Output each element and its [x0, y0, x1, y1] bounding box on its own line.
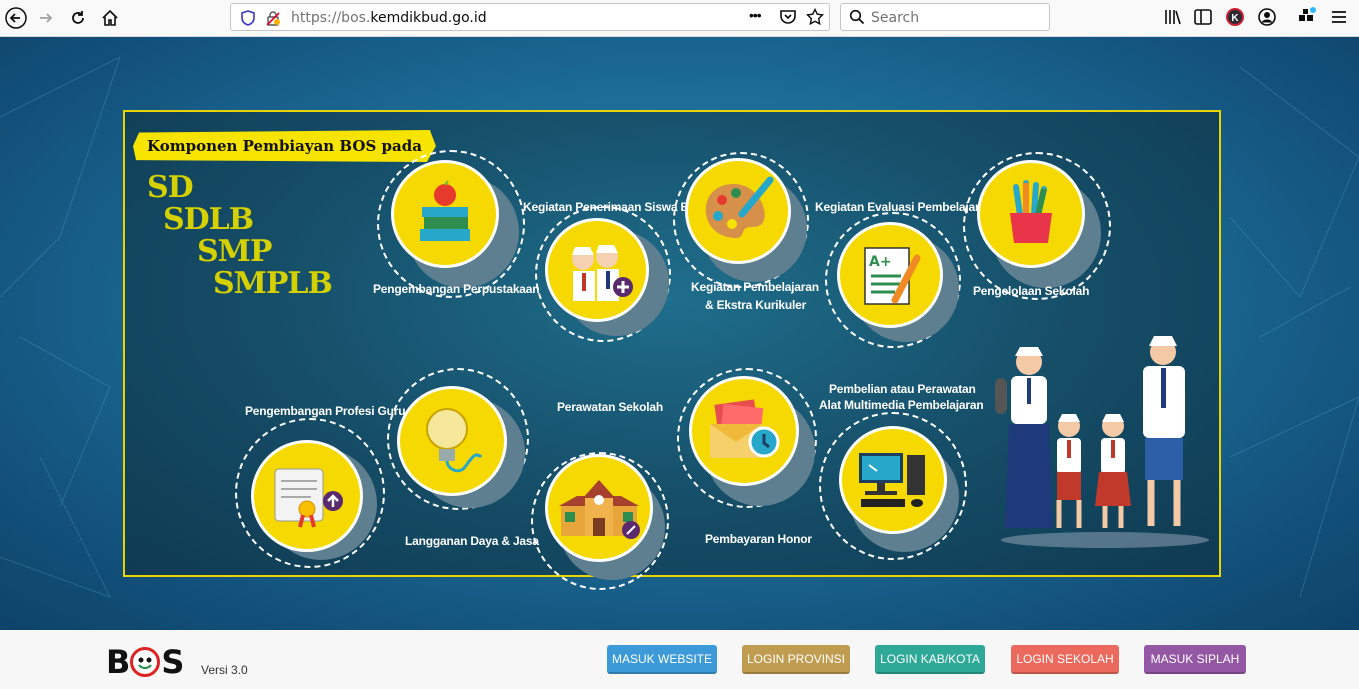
url-domain: kemdikbud.go.id — [370, 10, 487, 26]
page-actions-icon[interactable]: ••• — [749, 7, 762, 23]
back-icon[interactable] — [2, 4, 30, 32]
bos-logo: BS — [106, 643, 184, 681]
profile-icon[interactable] — [1256, 6, 1278, 28]
url-text: https://bos.kemdikbud.go.id — [291, 10, 487, 26]
page-background: Komponen Pembiayan BOS pada SD SDLB SMP … — [0, 37, 1359, 630]
label-pembelajaran-1: Kegiatan Pembelajaran — [691, 280, 819, 294]
envelope-clock-icon — [689, 376, 799, 486]
students-plus-icon — [545, 218, 649, 322]
version-text: Versi 3.0 — [201, 663, 248, 677]
label-perawatan: Perawatan Sekolah — [557, 400, 663, 414]
insecure-lock-icon[interactable] — [265, 10, 281, 31]
library-icon[interactable] — [1162, 6, 1184, 28]
search-bar[interactable]: Search — [840, 3, 1050, 31]
browser-toolbar: https://bos.kemdikbud.go.id ••• Search K — [0, 0, 1359, 37]
level-smplb: SMPLB — [213, 266, 333, 301]
exam-paper-icon: A+ — [837, 222, 943, 328]
masuk-siplah-button[interactable]: MASUK SIPLAH — [1144, 645, 1246, 674]
label-pembelajaran-2: & Ekstra Kurikuler — [705, 298, 807, 312]
menu-icon[interactable] — [1328, 6, 1350, 28]
login-provinsi-button[interactable]: LOGIN PROVINSI — [742, 645, 850, 674]
label-profesi: Pengembangan Profesi Guru — [245, 404, 406, 418]
bos-components-banner: Komponen Pembiayan BOS pada SD SDLB SMP … — [123, 110, 1221, 590]
sidebar-icon[interactable] — [1192, 6, 1214, 28]
svg-text:A+: A+ — [869, 254, 892, 270]
level-smp: SMP — [197, 234, 272, 269]
books-apple-icon — [391, 160, 499, 268]
footer-bar: BS Versi 3.0 MASUK WEBSITE LOGIN PROVINS… — [0, 630, 1359, 689]
url-prefix: https://bos. — [291, 10, 371, 26]
logo-letter-b: B — [106, 643, 130, 681]
level-sdlb: SDLB — [163, 202, 254, 237]
masuk-website-button[interactable]: MASUK WEBSITE — [607, 645, 717, 674]
certificate-upgrade-icon — [251, 440, 363, 552]
search-placeholder: Search — [871, 10, 920, 26]
computer-icon — [839, 426, 947, 534]
search-icon — [849, 9, 865, 30]
lightbulb-icon — [397, 386, 507, 496]
reload-icon[interactable] — [64, 4, 92, 32]
forward-icon[interactable] — [32, 4, 60, 32]
level-sd: SD — [147, 170, 194, 205]
label-multimedia-2: Alat Multimedia Pembelajaran — [819, 398, 984, 412]
logo-letter-s: S — [161, 643, 184, 681]
smiley-logo-icon — [130, 647, 161, 677]
bookmark-star-icon[interactable] — [805, 7, 825, 31]
label-langganan: Langganan Daya & Jasa — [405, 534, 539, 548]
login-kabkota-button[interactable]: LOGIN KAB/KOTA — [875, 645, 985, 674]
account-avatar-icon[interactable]: K — [1224, 6, 1246, 28]
label-honor: Pembayaran Honor — [705, 532, 812, 546]
tracking-shield-icon[interactable] — [241, 10, 255, 31]
school-building-icon — [545, 454, 653, 562]
url-bar[interactable]: https://bos.kemdikbud.go.id ••• — [230, 3, 830, 31]
home-icon[interactable] — [96, 4, 124, 32]
extensions-icon[interactable] — [1296, 6, 1318, 28]
login-sekolah-button[interactable]: LOGIN SEKOLAH — [1011, 645, 1119, 674]
label-multimedia-1: Pembelian atau Perawatan — [829, 382, 976, 396]
palette-brush-icon — [685, 158, 791, 264]
banner-title: Komponen Pembiayan BOS pada — [133, 130, 436, 162]
label-perpustakaan: Pengembangan Perpustakaan — [373, 282, 540, 296]
label-pengelolaan: Pengelolaan Sekolah — [973, 284, 1090, 298]
account-letter: K — [1226, 8, 1244, 26]
pocket-icon[interactable] — [779, 9, 797, 30]
students-illustration — [995, 332, 1215, 548]
stationery-cup-icon — [977, 160, 1085, 268]
